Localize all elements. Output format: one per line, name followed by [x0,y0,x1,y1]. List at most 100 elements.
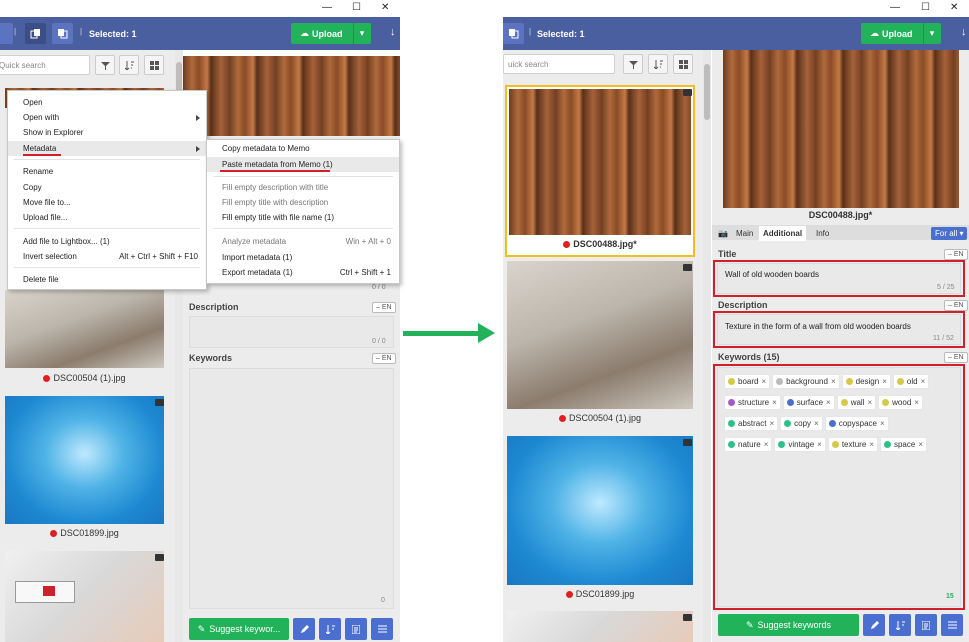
thumbnail-image[interactable] [5,396,164,524]
menu-item-invert-selection[interactable]: Invert selection Alt + Ctrl + Shift + F10 [8,249,206,264]
sort-keywords-icon[interactable] [319,618,341,640]
download-icon[interactable]: ↓ [961,26,967,38]
thumbnail-image[interactable] [5,290,164,368]
menu-item-add-to-lightbox[interactable]: Add file to Lightbox... (1) [8,234,206,249]
submenu-import[interactable]: Import metadata (1) [207,250,399,265]
grid-view-icon[interactable] [144,55,164,75]
menu-item-delete-file[interactable]: Delete file [8,272,206,287]
description-field[interactable] [189,316,394,348]
menu-item-open-with[interactable]: Open with [8,110,206,125]
minimize-icon[interactable]: — [890,2,900,13]
menu-icon[interactable] [941,614,963,636]
keyword-chip[interactable]: structure × [724,395,781,410]
remove-keyword-icon[interactable]: × [918,440,923,449]
menu-item-rename[interactable]: Rename [8,164,206,179]
left-header-menu-button[interactable] [0,23,13,44]
keyword-chip[interactable]: copyspace × [824,416,889,431]
download-icon[interactable]: ↓ [390,26,396,38]
select-copy-icon[interactable] [25,23,46,44]
remove-keyword-icon[interactable]: × [882,377,887,386]
search-input[interactable]: Quick search [0,55,90,75]
filter-icon[interactable] [95,55,115,75]
document-icon[interactable] [345,618,367,640]
right-scrollbar[interactable] [703,50,711,642]
menu-item-upload-file[interactable]: Upload file... [8,210,206,225]
upload-dropdown-icon[interactable]: ▾ [922,23,941,44]
suggest-keywords-button[interactable]: ✎ Suggest keywords [718,614,859,636]
keyword-chip[interactable]: background × [772,374,840,389]
remove-keyword-icon[interactable]: × [867,398,872,407]
tab-info[interactable]: Info [812,226,833,241]
sort-icon[interactable] [648,54,668,74]
thumbnail-image[interactable] [507,436,693,585]
filter-icon[interactable] [623,54,643,74]
keyword-chip[interactable]: nature × [724,437,773,452]
remove-keyword-icon[interactable]: × [831,377,836,386]
submenu-copy-to-memo[interactable]: Copy metadata to Memo [207,141,399,156]
menu-item-move-file[interactable]: Move file to... [8,195,206,210]
select-paste-icon[interactable] [503,23,524,44]
tab-main[interactable]: Main [732,226,757,241]
remove-keyword-icon[interactable]: × [772,398,777,407]
remove-keyword-icon[interactable]: × [764,440,769,449]
search-input[interactable]: uick search [503,54,615,74]
keywords-field[interactable]: board × background × design × old × structure × su… [717,367,961,607]
description-lang-badge[interactable]: – EN [944,300,968,311]
maximize-icon[interactable]: ☐ [921,2,930,13]
minimize-icon[interactable]: — [322,2,332,13]
tab-additional[interactable]: Additional [759,226,807,241]
menu-icon[interactable] [371,618,393,640]
thumbnail-image[interactable] [507,261,693,409]
keyword-chip[interactable]: surface × [782,395,835,410]
keyword-chip[interactable]: design × [841,374,891,389]
suggest-keywords-button[interactable]: ✎ Suggest keywor... [189,618,289,640]
submenu-fill-title-filename[interactable]: Fill empty title with file name (1) [207,210,399,225]
sort-icon[interactable] [119,55,139,75]
remove-keyword-icon[interactable]: × [880,419,885,428]
close-icon[interactable]: ✕ [950,2,958,13]
edit-icon[interactable] [293,618,315,640]
remove-keyword-icon[interactable]: × [921,377,926,386]
keyword-chip[interactable]: abstract × [724,416,779,431]
upload-dropdown-icon[interactable]: ▾ [352,23,371,44]
edit-icon[interactable] [863,614,885,636]
keyword-chip[interactable]: board × [724,374,771,389]
keyword-chip[interactable]: vintage × [774,437,826,452]
keywords-lang-badge[interactable]: – EN [372,353,396,364]
grid-view-icon[interactable] [673,54,693,74]
remove-keyword-icon[interactable]: × [817,440,822,449]
menu-item-copy[interactable]: Copy [8,180,206,195]
close-icon[interactable]: ✕ [381,2,389,13]
thumbnail-image[interactable] [5,551,164,642]
maximize-icon[interactable]: ☐ [352,2,361,13]
document-icon[interactable] [915,614,937,636]
keyword-chip[interactable]: space × [879,437,927,452]
submenu-fill-description[interactable]: Fill empty description with title [207,180,399,195]
remove-keyword-icon[interactable]: × [769,419,774,428]
upload-button[interactable]: ☁ Upload ▾ [291,23,371,44]
keywords-field[interactable] [189,368,394,609]
submenu-analyze[interactable]: Analyze metadata Win + Alt + 0 [207,234,399,249]
keyword-chip[interactable]: wall × [836,395,877,410]
submenu-export[interactable]: Export metadata (1) Ctrl + Shift + 1 [207,265,399,280]
description-lang-badge[interactable]: – EN [372,302,396,313]
title-lang-badge[interactable]: – EN [944,249,968,260]
remove-keyword-icon[interactable]: × [914,398,919,407]
remove-keyword-icon[interactable]: × [869,440,874,449]
thumbnail-image[interactable] [507,611,693,642]
menu-item-open[interactable]: Open [8,95,206,110]
sort-keywords-icon[interactable] [889,614,911,636]
select-paste-icon[interactable] [52,23,73,44]
selected-thumbnail[interactable] [505,85,695,257]
keyword-chip[interactable]: wood × [878,395,923,410]
keywords-lang-badge[interactable]: – EN [944,352,968,363]
remove-keyword-icon[interactable]: × [826,398,831,407]
for-all-dropdown[interactable]: For all ▾ [931,227,968,240]
menu-item-show-in-explorer[interactable]: Show in Explorer [8,125,206,140]
camera-tab-icon[interactable]: 📷 [714,226,732,241]
remove-keyword-icon[interactable]: × [814,419,819,428]
keyword-chip[interactable]: old × [892,374,930,389]
upload-button[interactable]: ☁ Upload ▾ [861,23,941,44]
keyword-chip[interactable]: texture × [827,437,878,452]
remove-keyword-icon[interactable]: × [761,377,766,386]
